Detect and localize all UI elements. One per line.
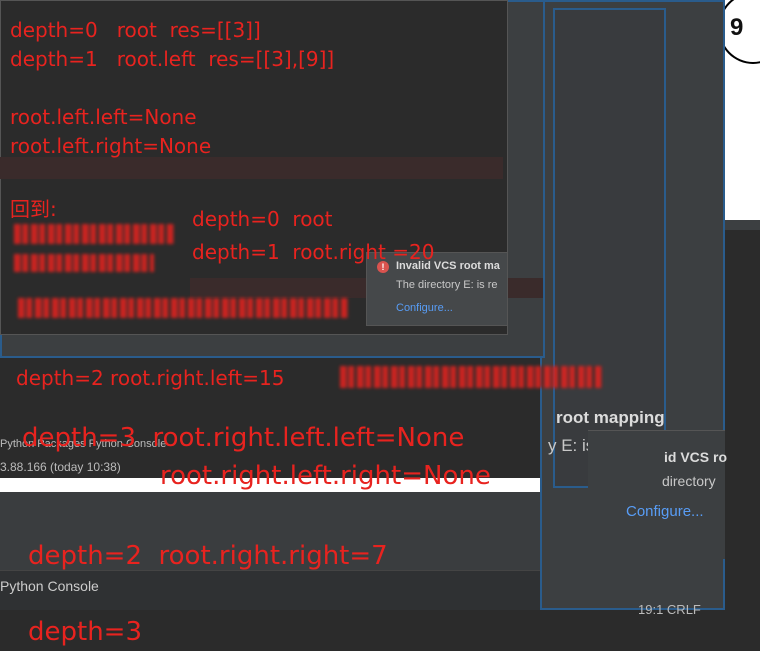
annotation-line: root.left.right=None bbox=[10, 134, 212, 158]
notification-title: id VCS ro bbox=[664, 449, 728, 465]
annotation-line: depth=0 root res=[[3]] bbox=[10, 18, 261, 42]
annotation-line: depth=0 root bbox=[192, 207, 333, 231]
vcs-notification-large: id VCS ro directory Configure... bbox=[588, 430, 728, 559]
cursor-position[interactable]: 19:1 CRLF bbox=[638, 602, 701, 617]
python-console-tab[interactable]: Python Console bbox=[0, 578, 99, 594]
annotation-line: depth=1 root.right =20 bbox=[192, 240, 435, 264]
configure-link[interactable]: Configure... bbox=[626, 503, 704, 520]
annotation-line: depth=2 root.right.right=7 bbox=[28, 541, 388, 571]
redacted-text bbox=[14, 254, 154, 272]
notification-title: root mapping bbox=[556, 408, 665, 427]
annotation-line: root.right.left.right=None bbox=[160, 461, 491, 491]
annotation-line: depth=1 root.left res=[[3],[9]] bbox=[10, 47, 335, 71]
redacted-text bbox=[14, 224, 174, 244]
annotation-line: depth=2 root.right.left=15 bbox=[16, 366, 285, 390]
connection-info: 3.88.166 (today 10:38) bbox=[0, 460, 121, 474]
editor-highlight-row bbox=[0, 157, 503, 179]
notification-body: The directory E: is re bbox=[396, 279, 498, 291]
annotation-line: depth=3 bbox=[28, 617, 143, 647]
annotation-line: root.left.left=None bbox=[10, 105, 197, 129]
redacted-text bbox=[340, 366, 602, 388]
notification-body: directory bbox=[662, 473, 716, 489]
configure-link[interactable]: Configure... bbox=[396, 302, 453, 314]
annotation-line: depth=3 root.right.left.left=None bbox=[22, 423, 465, 453]
redacted-text bbox=[18, 298, 348, 318]
annotation-line: 回到: bbox=[10, 197, 57, 221]
